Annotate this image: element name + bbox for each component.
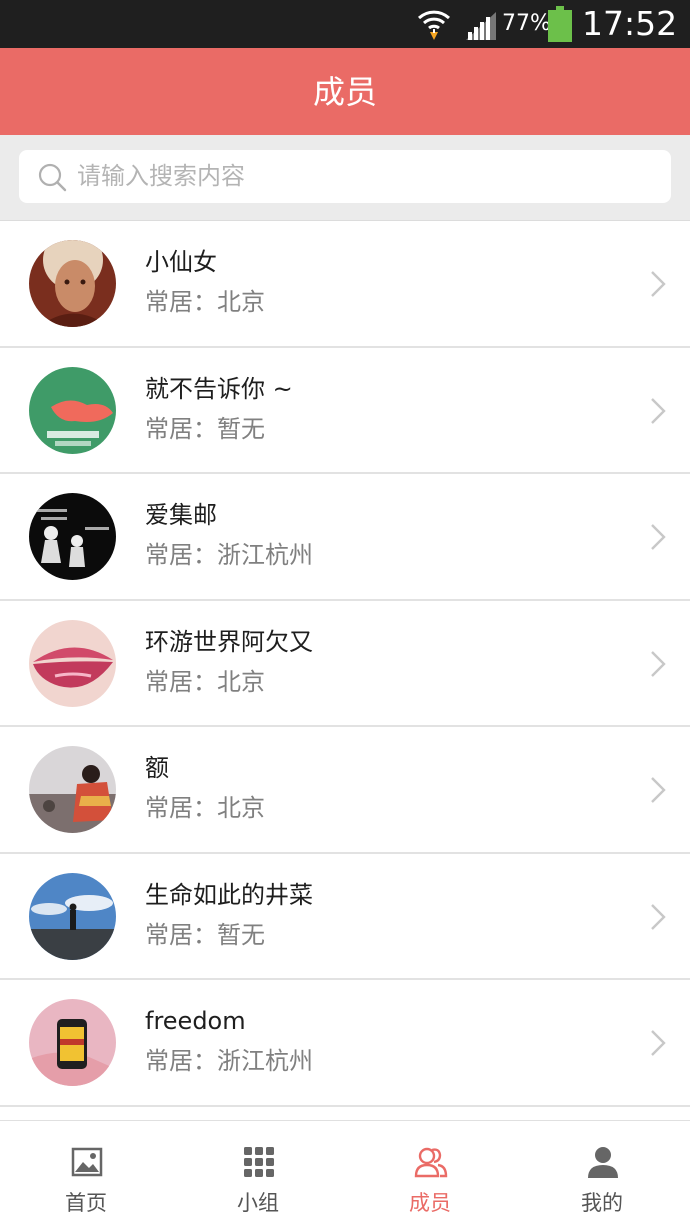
avatar	[29, 872, 116, 960]
member-location: 常居：北京	[145, 667, 265, 696]
member-row[interactable]: 生命如此的井菜 常居：暂无	[0, 853, 690, 980]
chevron-right-icon	[651, 903, 666, 930]
search-area	[0, 135, 690, 220]
status-clock: 17:52	[582, 4, 678, 43]
member-row[interactable]: freedom 常居：浙江杭州	[0, 980, 690, 1107]
search-input[interactable]	[77, 156, 647, 196]
tab-members[interactable]: 成员	[344, 1121, 516, 1227]
app-header: 成员	[0, 48, 690, 135]
member-location: 常居：浙江杭州	[145, 1047, 313, 1075]
member-row[interactable]: 就不告诉你 ~ 常居：暂无	[0, 347, 690, 474]
avatar	[29, 999, 116, 1086]
members-icon	[414, 1147, 448, 1178]
battery-percent: 77%	[502, 11, 551, 36]
member-location: 常居：北京	[145, 288, 265, 316]
avatar	[29, 619, 116, 707]
member-name: 生命如此的井菜	[145, 880, 313, 909]
member-row[interactable]: 爱集邮 常居：浙江杭州	[0, 474, 690, 601]
avatar	[29, 746, 116, 833]
member-row[interactable]: 环游世界阿欠又 常居：北京	[0, 600, 690, 727]
tab-label: 成员	[409, 1191, 451, 1215]
page-title: 成员	[312, 73, 377, 111]
tab-groups[interactable]: 小组	[172, 1121, 344, 1227]
signal-icon	[466, 12, 496, 40]
member-row[interactable]: 小仙女 常居：北京	[0, 221, 690, 348]
member-list: 小仙女 常居：北京 就不告诉你 ~ 常居：暂无 爱集邮 常居：浙江杭州 环游世界…	[0, 220, 690, 1120]
tab-home[interactable]: 首页	[0, 1121, 172, 1227]
chevron-right-icon	[651, 271, 666, 297]
member-row[interactable]	[0, 1106, 690, 1120]
grid-icon	[244, 1147, 274, 1177]
bottom-tab-bar: 首页 小组 成员 我的	[0, 1120, 690, 1227]
member-location: 常居：暂无	[145, 414, 265, 443]
status-bar: 77% 17:52	[0, 0, 690, 48]
member-name: 额	[145, 754, 169, 782]
member-location: 常居：暂无	[145, 920, 265, 949]
person-icon	[588, 1147, 618, 1178]
avatar	[29, 493, 116, 580]
chevron-right-icon	[651, 1030, 666, 1056]
chevron-right-icon	[651, 650, 666, 677]
wifi-icon	[417, 10, 451, 40]
battery-icon	[548, 6, 572, 42]
image-icon	[71, 1147, 103, 1177]
member-row[interactable]: 额 常居：北京	[0, 727, 690, 854]
chevron-right-icon	[651, 777, 666, 803]
chevron-right-icon	[651, 524, 666, 550]
member-name: freedom	[145, 1007, 246, 1035]
chevron-right-icon	[651, 397, 666, 424]
member-name: 小仙女	[145, 248, 217, 276]
member-location: 常居：北京	[145, 794, 265, 822]
avatar	[29, 366, 116, 454]
tab-profile[interactable]: 我的	[516, 1121, 688, 1227]
avatar	[29, 240, 116, 327]
member-name: 环游世界阿欠又	[145, 627, 313, 656]
tab-label: 我的	[581, 1191, 623, 1215]
member-name: 爱集邮	[145, 501, 217, 529]
search-icon	[38, 163, 67, 192]
search-box[interactable]	[19, 150, 671, 203]
tab-label: 首页	[65, 1191, 107, 1215]
member-location: 常居：浙江杭州	[145, 541, 313, 569]
member-name: 就不告诉你 ~	[145, 374, 293, 403]
tab-label: 小组	[237, 1191, 279, 1215]
